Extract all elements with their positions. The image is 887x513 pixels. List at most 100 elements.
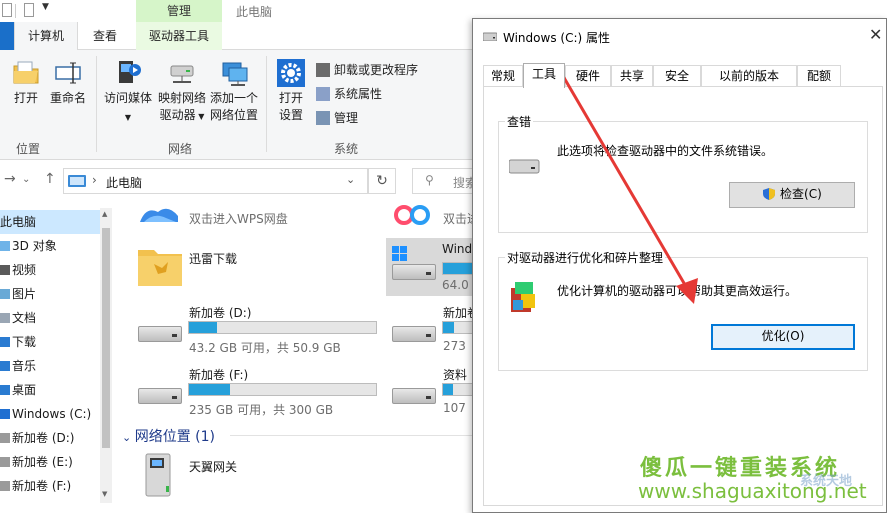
error-checking-group: 查错 此选项将检查驱动器中的文件系统错误。 检查(C) bbox=[498, 113, 868, 233]
nav-label: 3D 对象 bbox=[12, 239, 57, 253]
quick-access-new-folder-icon[interactable] bbox=[24, 3, 34, 17]
quick-access-properties-icon[interactable] bbox=[2, 3, 12, 17]
quick-access-dropdown-icon[interactable]: ▼ bbox=[42, 2, 49, 18]
drive-c-item[interactable]: Wind 64.0 bbox=[386, 238, 482, 296]
nav-label: 图片 bbox=[12, 287, 37, 301]
drive-d-subtitle: 43.2 GB 可用，共 50.9 GB bbox=[189, 341, 341, 355]
tab-previous-versions[interactable]: 以前的版本 bbox=[701, 65, 797, 87]
shield-icon bbox=[763, 188, 776, 200]
open-settings-label-1: 打开 bbox=[278, 91, 303, 105]
scrollbar-thumb[interactable] bbox=[102, 228, 110, 448]
search-icon: ⚲ bbox=[425, 173, 434, 187]
nav-label: 新加卷 (D:) bbox=[12, 431, 75, 445]
uninstall-label: 卸载或更改程序 bbox=[334, 63, 419, 77]
watermark-site: 系统天地 bbox=[800, 474, 853, 489]
tab-sharing[interactable]: 共享 bbox=[611, 65, 653, 87]
defrag-icon bbox=[511, 282, 535, 312]
nav-item-pictures[interactable]: 图片 bbox=[0, 282, 100, 306]
nav-item-downloads[interactable]: 下载 bbox=[0, 330, 100, 354]
system-properties-label: 系统属性 bbox=[334, 87, 383, 101]
breadcrumb-chevron-icon[interactable]: › bbox=[92, 173, 97, 187]
network-drive-icon bbox=[167, 58, 197, 88]
address-dropdown-icon[interactable]: ⌄ bbox=[346, 173, 355, 186]
drive-properties-dialog: Windows (C:) 属性 ✕ 常规 工具 硬件 共享 安全 以前的版本 配… bbox=[472, 18, 887, 513]
drive-icon bbox=[0, 457, 10, 467]
manage-button[interactable]: 管理 bbox=[316, 108, 358, 128]
uninstall-icon bbox=[316, 63, 330, 77]
drive-icon bbox=[138, 382, 182, 404]
optimize-description: 优化计算机的驱动器可以帮助其更高效运行。 bbox=[557, 284, 798, 298]
nav-item-documents[interactable]: 文档 bbox=[0, 306, 100, 330]
content-area: 双击进入WPS网盘 双击进 迅雷下载 Wind 64.0 新加卷 (D:) 43… bbox=[120, 198, 482, 513]
check-button[interactable]: 检查(C) bbox=[729, 182, 855, 208]
address-bar[interactable]: › 此电脑 ⌄ bbox=[63, 168, 368, 194]
access-media-button[interactable]: 访问媒体 ▼ bbox=[102, 58, 154, 126]
error-checking-legend: 查错 bbox=[505, 113, 534, 130]
nav-item-music[interactable]: 音乐 bbox=[0, 354, 100, 378]
drive-g-subtitle: 107 bbox=[443, 401, 466, 415]
add-network-label-2: 网络位置 bbox=[209, 108, 258, 122]
tab-computer[interactable]: 计算机 bbox=[14, 22, 78, 51]
pictures-icon bbox=[0, 289, 10, 299]
nav-label: 此电脑 bbox=[0, 215, 37, 229]
network-section-label: 网络位置 (1) bbox=[134, 429, 215, 445]
nav-item-videos[interactable]: 视频 bbox=[0, 258, 100, 282]
tab-file[interactable] bbox=[0, 22, 14, 50]
tab-tools[interactable]: 工具 bbox=[523, 63, 565, 88]
refresh-button[interactable]: ↻ bbox=[368, 168, 396, 194]
up-arrow-icon[interactable]: ↑ bbox=[44, 171, 56, 187]
tab-quota[interactable]: 配额 bbox=[797, 65, 841, 87]
map-network-label-1: 映射网络 bbox=[157, 91, 206, 105]
map-network-drive-button[interactable]: 映射网络 驱动器 ▼ bbox=[156, 58, 208, 125]
scroll-up-icon[interactable]: ▲ bbox=[102, 210, 107, 218]
uninstall-program-button[interactable]: 卸载或更改程序 bbox=[316, 60, 418, 80]
add-network-location-button[interactable]: 添加一个 网络位置 bbox=[208, 58, 260, 124]
ribbon-separator bbox=[266, 56, 267, 152]
nav-label: Windows (C:) bbox=[12, 407, 92, 421]
nav-label: 视频 bbox=[12, 263, 37, 277]
wps-cloud-subtitle: 双击进入WPS网盘 bbox=[189, 212, 288, 226]
group-label-system: 系统 bbox=[334, 142, 359, 156]
tab-hardware[interactable]: 硬件 bbox=[565, 65, 611, 87]
system-properties-button[interactable]: 系统属性 bbox=[316, 84, 382, 104]
nav-item-drive-d[interactable]: 新加卷 (D:) bbox=[0, 426, 100, 450]
check-button-label: 检查(C) bbox=[780, 187, 822, 201]
open-settings-button[interactable]: 打开 设置 bbox=[272, 58, 310, 124]
forward-arrow-icon[interactable]: → bbox=[4, 171, 16, 187]
optimize-button[interactable]: 优化(O) bbox=[711, 324, 855, 350]
tab-general[interactable]: 常规 bbox=[483, 65, 523, 87]
close-icon[interactable]: ✕ bbox=[869, 25, 882, 44]
drive-windows-icon bbox=[0, 409, 10, 419]
nav-label: 桌面 bbox=[12, 383, 37, 397]
nav-item-drive-e[interactable]: 新加卷 (E:) bbox=[0, 450, 100, 474]
group-label-location: 位置 bbox=[16, 142, 41, 156]
wps-cloud-icon bbox=[140, 208, 178, 222]
open-button[interactable]: 打开 bbox=[8, 58, 44, 107]
recent-dropdown-icon[interactable]: ⌄ bbox=[22, 174, 30, 185]
nav-label: 新加卷 (E:) bbox=[12, 455, 73, 469]
tab-drive-tools[interactable]: 驱动器工具 bbox=[136, 22, 222, 50]
tab-security[interactable]: 安全 bbox=[653, 65, 701, 87]
manage-icon bbox=[316, 111, 330, 125]
drive-c-label: Wind bbox=[442, 242, 473, 256]
infinity-icon bbox=[394, 205, 430, 225]
network-section-header[interactable]: ⌄ 网络位置 (1) bbox=[122, 426, 215, 446]
breadcrumb[interactable]: 此电脑 bbox=[106, 174, 142, 191]
nav-item-3d-objects[interactable]: 3D 对象 bbox=[0, 234, 100, 258]
system-properties-icon bbox=[316, 87, 330, 101]
open-settings-label-2: 设置 bbox=[278, 108, 303, 122]
optimize-legend: 对驱动器进行优化和碎片整理 bbox=[505, 249, 666, 266]
rename-icon bbox=[53, 58, 83, 88]
drive-f-subtitle: 235 GB 可用，共 300 GB bbox=[189, 403, 334, 417]
nav-item-desktop[interactable]: 桌面 bbox=[0, 378, 100, 402]
nav-scrollbar[interactable]: ▲ ▼ bbox=[100, 208, 112, 503]
scroll-down-icon[interactable]: ▼ bbox=[102, 490, 107, 498]
dialog-title: Windows (C:) 属性 bbox=[503, 31, 610, 45]
nav-item-windows-c[interactable]: Windows (C:) bbox=[0, 402, 100, 426]
tab-view[interactable]: 查看 bbox=[82, 22, 128, 50]
map-network-label-2: 驱动器 bbox=[159, 108, 196, 122]
rename-button[interactable]: 重命名 bbox=[48, 58, 88, 107]
nav-item-this-pc[interactable]: 此电脑 bbox=[0, 210, 100, 234]
nav-item-drive-f[interactable]: 新加卷 (F:) bbox=[0, 474, 100, 498]
drive-icon bbox=[392, 382, 436, 404]
